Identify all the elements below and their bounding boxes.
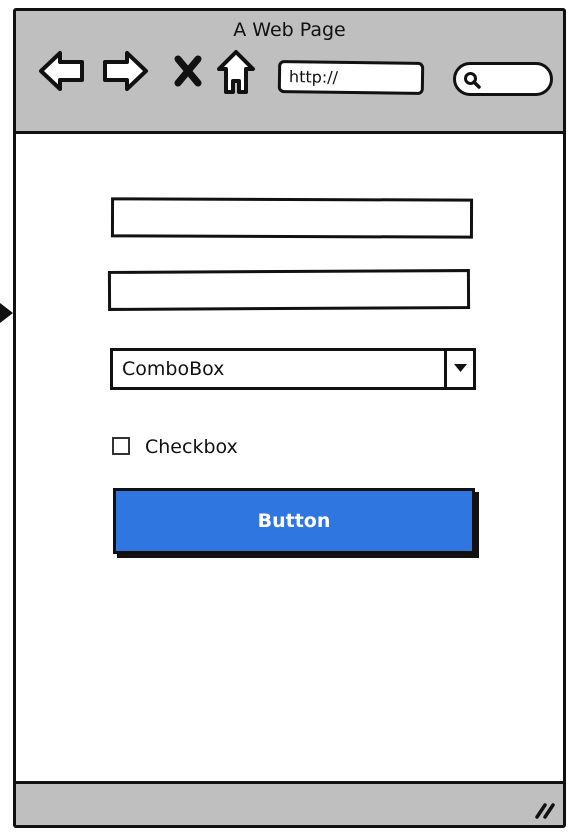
window-title: A Web Page bbox=[233, 19, 346, 41]
url-field[interactable]: http:// bbox=[277, 59, 425, 96]
combobox-value: ComboBox bbox=[122, 358, 225, 380]
resize-grip-icon[interactable] bbox=[533, 797, 557, 821]
checkbox[interactable] bbox=[112, 437, 130, 455]
combobox[interactable]: ComboBox bbox=[110, 348, 476, 390]
chevron-down-icon bbox=[454, 364, 467, 372]
combobox-dropdown-button[interactable] bbox=[444, 351, 473, 387]
back-arrow-icon[interactable] bbox=[38, 49, 86, 93]
text-input-2[interactable] bbox=[107, 269, 471, 311]
home-icon[interactable] bbox=[216, 49, 256, 95]
browser-window: A Web Page http:// ComboBox Checkbox But… bbox=[13, 8, 566, 828]
search-icon bbox=[464, 72, 481, 89]
forward-arrow-icon[interactable] bbox=[101, 49, 149, 93]
close-icon[interactable] bbox=[174, 55, 202, 87]
browser-toolbar: A Web Page http:// bbox=[16, 11, 563, 134]
search-field[interactable] bbox=[453, 62, 553, 96]
page-content: ComboBox Checkbox Button bbox=[16, 134, 563, 781]
text-input-1[interactable] bbox=[110, 197, 474, 239]
checkbox-label: Checkbox bbox=[145, 436, 238, 458]
submit-button[interactable]: Button bbox=[113, 488, 475, 554]
status-bar bbox=[16, 781, 563, 825]
